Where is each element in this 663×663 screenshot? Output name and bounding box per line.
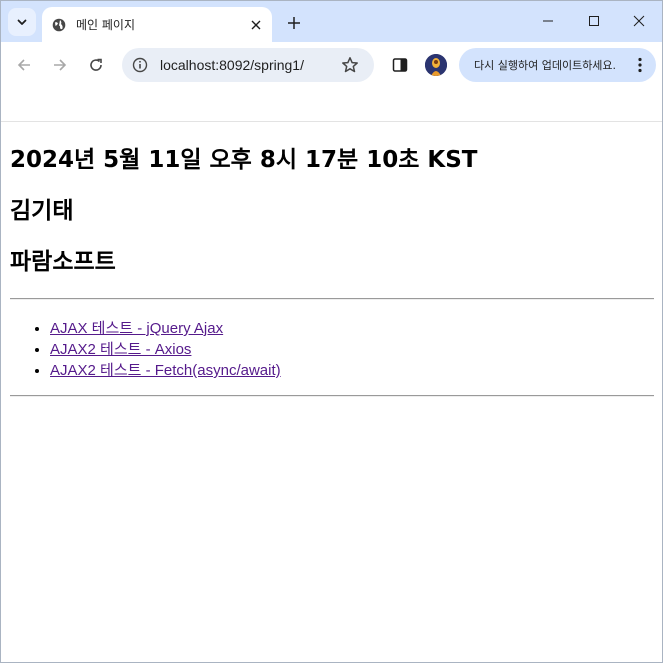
avatar[interactable] bbox=[425, 54, 447, 76]
ajax-fetch-link[interactable]: AJAX2 테스트 - Fetch(async/await) bbox=[50, 362, 281, 379]
globe-icon bbox=[52, 18, 66, 32]
browser-window: 메인 페이지 localhost:8092/spring1/ 다시 실행하여 업… bbox=[0, 0, 663, 663]
reload-icon bbox=[90, 58, 102, 71]
forward-button[interactable] bbox=[46, 51, 74, 79]
maximize-icon bbox=[589, 16, 599, 26]
active-tab[interactable]: 메인 페이지 bbox=[42, 7, 272, 42]
tab-title: 메인 페이지 bbox=[76, 18, 136, 32]
page-content: 2024년 5월 11일 오후 8시 17분 10초 KST 김기태 파람소프트… bbox=[1, 122, 662, 662]
minimize-button[interactable] bbox=[525, 5, 571, 37]
side-panel-icon bbox=[392, 58, 408, 72]
forward-arrow-icon bbox=[54, 59, 67, 71]
ajax-axios-link[interactable]: AJAX2 테스트 - Axios bbox=[50, 341, 191, 358]
close-icon[interactable] bbox=[246, 15, 266, 35]
datetime-heading: 2024년 5월 11일 오후 8시 17분 10초 KST bbox=[10, 147, 478, 173]
company-heading: 파람소프트 bbox=[10, 249, 116, 275]
side-panel-button[interactable] bbox=[387, 52, 413, 78]
ajax-jquery-link[interactable]: AJAX 테스트 - jQuery Ajax bbox=[50, 320, 223, 337]
maximize-button[interactable] bbox=[571, 5, 617, 37]
update-label: 다시 실행하여 업데이트하세요. bbox=[474, 59, 617, 72]
chevron-down-icon bbox=[17, 19, 27, 25]
browser-toolbar: localhost:8092/spring1/ 다시 실행하여 업데이트하세요. bbox=[1, 42, 662, 88]
new-tab-button[interactable] bbox=[282, 11, 306, 35]
tab-strip: 메인 페이지 bbox=[1, 1, 662, 42]
list-item: AJAX 테스트 - jQuery Ajax bbox=[50, 318, 281, 339]
reload-button[interactable] bbox=[82, 51, 110, 79]
update-button[interactable]: 다시 실행하여 업데이트하세요. bbox=[459, 48, 656, 82]
back-button[interactable] bbox=[10, 51, 38, 79]
name-heading: 김기태 bbox=[10, 198, 74, 224]
back-arrow-icon bbox=[17, 59, 30, 71]
minimize-icon bbox=[543, 20, 553, 22]
divider bbox=[10, 298, 654, 300]
link-list: AJAX 테스트 - jQuery Ajax AJAX2 테스트 - Axios… bbox=[50, 318, 281, 381]
list-item: AJAX2 테스트 - Axios bbox=[50, 339, 281, 360]
plus-icon bbox=[288, 17, 300, 29]
tab-search-button[interactable] bbox=[8, 8, 36, 36]
info-icon[interactable] bbox=[128, 53, 152, 77]
close-icon bbox=[633, 15, 645, 27]
window-close-button[interactable] bbox=[616, 5, 662, 37]
divider bbox=[10, 395, 654, 397]
list-item: AJAX2 테스트 - Fetch(async/await) bbox=[50, 360, 281, 381]
url-text[interactable]: localhost:8092/spring1/ bbox=[160, 57, 338, 73]
star-icon[interactable] bbox=[338, 53, 362, 77]
address-bar[interactable]: localhost:8092/spring1/ bbox=[122, 48, 374, 82]
kebab-menu-icon[interactable] bbox=[632, 55, 648, 75]
